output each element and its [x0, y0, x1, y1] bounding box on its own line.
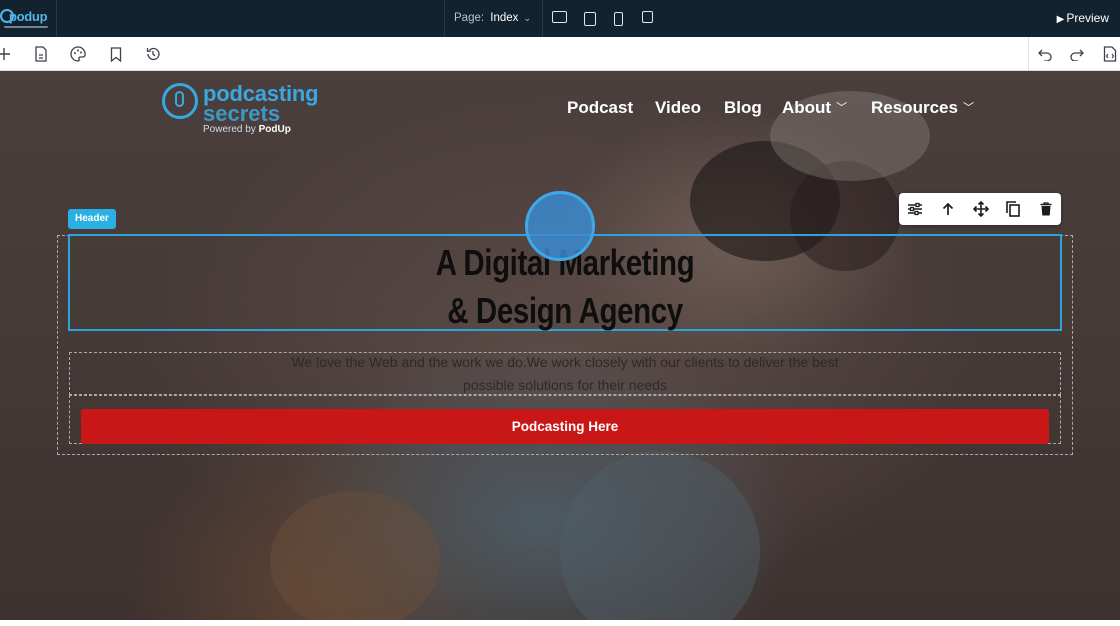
tablet-landscape-icon[interactable] — [584, 12, 596, 26]
settings-icon[interactable] — [906, 200, 924, 218]
move-up-icon[interactable] — [939, 200, 957, 218]
pages-icon[interactable] — [32, 45, 50, 63]
nav-item-about-label: About — [782, 98, 832, 117]
nav-item-video[interactable]: Video — [655, 98, 701, 118]
tablet-portrait-icon[interactable] — [614, 12, 623, 26]
chevron-down-icon: ⌄ — [523, 13, 531, 23]
chevron-down-icon: ﹀ — [836, 102, 848, 114]
preview-label: Preview — [1066, 11, 1109, 25]
cta-button[interactable]: Podcasting Here — [81, 409, 1049, 444]
drag-icon[interactable] — [972, 200, 990, 218]
element-toolbar — [899, 193, 1061, 225]
app-logo[interactable]: podup — [0, 0, 57, 37]
redo-icon[interactable] — [1068, 45, 1086, 63]
nav-item-resources[interactable]: Resources ﹀ — [871, 98, 974, 118]
page-selector[interactable]: Page: Index ⌄ — [444, 0, 543, 37]
nav-item-about[interactable]: About ﹀ — [782, 98, 847, 118]
app-logo-text: podup — [9, 9, 48, 24]
hero-subtext[interactable]: We love the Web and the work we do.We wo… — [290, 351, 840, 397]
duplicate-icon[interactable] — [1004, 200, 1022, 218]
code-export-icon[interactable] — [1101, 45, 1119, 63]
nav-item-blog[interactable]: Blog — [724, 98, 762, 118]
selected-element-tag[interactable]: Header — [68, 209, 116, 229]
desktop-icon[interactable] — [552, 11, 567, 23]
undo-icon[interactable] — [1036, 45, 1054, 63]
drag-cursor-indicator — [525, 191, 595, 261]
editor-tool-row — [0, 37, 1120, 71]
editor-canvas[interactable]: podcasting secrets Powered by PodUp Podc… — [0, 71, 1120, 620]
nav-item-podcast[interactable]: Podcast — [567, 98, 633, 118]
chevron-down-icon: ﹀ — [962, 102, 974, 114]
toy-plane-shape — [270, 491, 440, 620]
powered-by-brand: PodUp — [258, 124, 291, 135]
delete-icon[interactable] — [1037, 200, 1055, 218]
nav-item-resources-label: Resources — [871, 98, 958, 117]
microphone-icon — [175, 91, 184, 107]
editor-top-bar: podup Page: Index ⌄ ▶ Preview — [0, 0, 1120, 37]
preview-button[interactable]: ▶ Preview — [1057, 0, 1109, 38]
app-logo-tagline — [4, 26, 48, 28]
play-icon: ▶ — [1056, 14, 1065, 25]
add-icon[interactable] — [0, 45, 13, 63]
site-logo[interactable]: podcasting secrets Powered by PodUp — [162, 81, 332, 135]
page-selector-label: Page: — [454, 12, 485, 24]
hero-heading-line2: & Design Agency — [447, 290, 683, 331]
site-logo-powered: Powered by PodUp — [203, 124, 291, 135]
mobile-icon[interactable] — [642, 11, 653, 23]
bookmark-icon[interactable] — [107, 45, 125, 63]
canvas-bottom-edge — [0, 620, 1120, 626]
palette-icon[interactable] — [69, 45, 87, 63]
history-icon[interactable] — [144, 45, 162, 63]
page-selector-value: Index — [490, 12, 519, 24]
powered-by-text: Powered by — [203, 124, 256, 135]
scarf-shape — [560, 451, 760, 620]
toolbar-divider — [1028, 37, 1029, 71]
